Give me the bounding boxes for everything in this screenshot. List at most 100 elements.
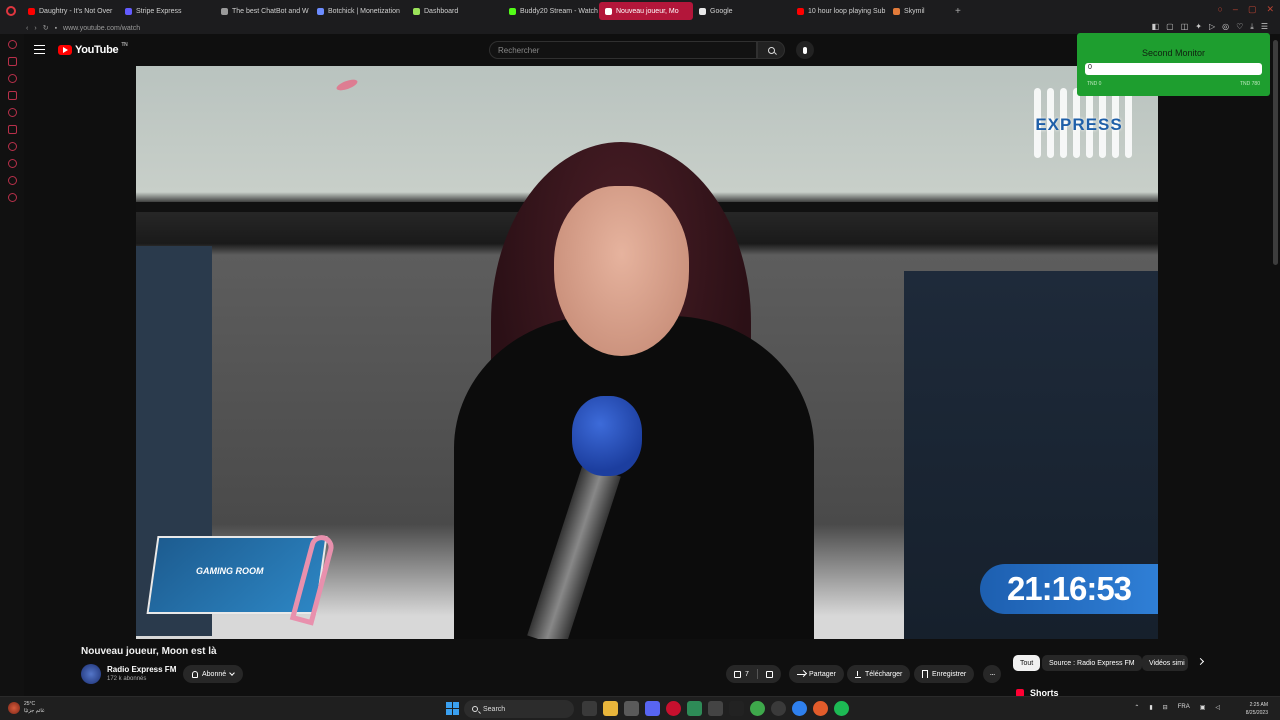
browser-tab[interactable]: Buddy20 Stream - Watch (503, 2, 599, 20)
browser-tab-bar: Daughtry - It's Not Over Stripe Express Th… (0, 0, 1280, 22)
volume-icon[interactable]: ◁ (1215, 704, 1220, 711)
share-icon (797, 673, 805, 675)
download-icon[interactable]: ⤓ (1250, 22, 1254, 32)
minimize-icon[interactable]: – (1233, 4, 1238, 15)
monitor-value-field[interactable]: 0 (1085, 63, 1262, 75)
chip-source[interactable]: Source : Radio Express FM (1042, 655, 1142, 671)
tray-usb-icon[interactable]: ⊟ (1163, 704, 1168, 711)
browser-tab-label: Botchick | Monetization (328, 7, 400, 15)
taskbar-search[interactable]: Search (464, 700, 574, 718)
microphone-icon (803, 46, 807, 54)
language-indicator[interactable]: FRA (1178, 704, 1190, 711)
snapshot-icon[interactable]: ▢ (1166, 22, 1174, 32)
video-player[interactable]: EXPRESS GAMING ROOM 21:16:53 (136, 66, 1158, 639)
search-input[interactable]: Rechercher (489, 41, 757, 59)
more-actions-button[interactable]: ··· (983, 665, 1001, 683)
browser-tab[interactable]: Daughtry - It's Not Over (22, 2, 119, 20)
tray-chevron-up-icon[interactable]: ⌃ (1134, 704, 1139, 711)
firefox-icon[interactable] (813, 701, 828, 716)
sidebar-discord-icon[interactable] (7, 125, 17, 134)
google-favicon (699, 7, 706, 15)
unity-icon[interactable] (729, 701, 744, 716)
browser-tab[interactable]: 10 hour loop playing Sub (791, 2, 887, 20)
player-icon[interactable]: ▷ (1209, 22, 1215, 32)
skymil-favicon (893, 7, 900, 15)
channel-avatar[interactable] (81, 664, 101, 684)
forward-icon[interactable]: › (34, 25, 36, 32)
sidebar-home-icon[interactable] (7, 40, 17, 49)
save-playlist-icon (922, 670, 928, 678)
sidebar-aria-icon[interactable] (7, 108, 17, 117)
channel-name[interactable]: Radio Express FM (107, 665, 176, 674)
store-icon[interactable] (624, 701, 639, 716)
sidebar-bookmarks-icon[interactable] (7, 176, 17, 185)
sidebar-clock-icon[interactable] (7, 159, 17, 168)
search-button[interactable] (757, 41, 785, 59)
chip-all[interactable]: Tout (1013, 655, 1041, 671)
monitor-min-label: TND 0 (1087, 81, 1102, 87)
translate-icon[interactable]: ✦ (1195, 22, 1202, 32)
maximize-icon[interactable]: ▢ (1248, 4, 1257, 15)
browser-tab[interactable]: Nouveau joueur, Mo (599, 2, 693, 20)
vpn-icon[interactable]: ◫ (1181, 22, 1189, 32)
lock-icon: ▪ (54, 24, 58, 32)
browser-tab[interactable]: Botchick | Monetization (311, 2, 407, 20)
new-tab-icon[interactable]: + (955, 6, 961, 17)
sidebar-settings-icon[interactable] (7, 193, 17, 202)
weather-icon (8, 702, 20, 714)
voice-search-button[interactable] (796, 41, 814, 59)
windows-taskbar: 25°C غائم جزئيًا Search ⌃ ▮ ⊟ FRA ▣ ◁ 2:… (0, 696, 1280, 720)
youtube-logo[interactable]: YouTube TN (58, 42, 128, 56)
start-windows-icon[interactable] (446, 702, 459, 715)
browser-tab[interactable]: Google (693, 2, 791, 20)
chip-similar[interactable]: Vidéos simi (1142, 655, 1188, 671)
menu-icon[interactable]: ☰ (1261, 22, 1268, 32)
browser-tab-label: 10 hour loop playing Sub (808, 7, 886, 15)
green-app-icon[interactable] (750, 701, 765, 716)
save-button[interactable]: Enregistrer (914, 665, 975, 683)
spotify-icon[interactable] (834, 701, 849, 716)
chevron-right-icon[interactable] (1196, 657, 1205, 666)
network-icon[interactable]: ▣ (1200, 704, 1206, 711)
heart-icon[interactable]: ♡ (1236, 22, 1243, 32)
browser-tab[interactable]: The best ChatBot and W (215, 2, 311, 20)
share-button[interactable]: Partager (789, 665, 844, 683)
download-button[interactable]: Télécharger (847, 665, 911, 683)
search-tabs-icon[interactable]: ○ (1217, 4, 1222, 15)
page-scrollbar[interactable] (1273, 40, 1278, 265)
task-view-icon[interactable] (582, 701, 597, 716)
browser-tab-label: Dashboard (424, 7, 459, 15)
wallet-icon[interactable]: ◎ (1222, 22, 1229, 32)
sidebar-history-icon[interactable] (7, 142, 17, 151)
weather-widget[interactable]: 25°C غائم جزئيًا (8, 701, 45, 715)
like-button[interactable]: 7 (726, 665, 781, 683)
file-explorer-icon[interactable] (603, 701, 618, 716)
app-icon[interactable] (708, 701, 723, 716)
monitor-max-label: TND 780 (1239, 81, 1260, 87)
excel-icon[interactable] (687, 701, 702, 716)
hamburger-menu-icon[interactable] (34, 45, 45, 54)
reload-icon[interactable]: ↻ (43, 24, 49, 32)
opera-taskbar-icon[interactable] (666, 701, 681, 716)
subscribed-button[interactable]: Abonné (183, 665, 244, 683)
system-tray: ⌃ ▮ ⊟ FRA ▣ ◁ (1134, 704, 1220, 711)
sidebar-messenger-icon[interactable] (7, 74, 17, 83)
youtube-play-icon (58, 45, 72, 55)
discord-icon[interactable] (645, 701, 660, 716)
github-icon[interactable] (771, 701, 786, 716)
sidebar-twitch-icon[interactable] (7, 91, 17, 100)
browser-tab-label: Nouveau joueur, Mo (616, 7, 679, 15)
browser-tab[interactable]: Dashboard (407, 2, 503, 20)
browser-tab[interactable]: Stripe Express (119, 2, 215, 20)
back-icon[interactable]: ‹ (26, 25, 28, 32)
opera-menu-button[interactable] (0, 0, 22, 22)
sidebar-bag-icon[interactable] (7, 57, 17, 66)
close-window-icon[interactable]: ✕ (1266, 4, 1274, 15)
tray-mic-icon[interactable]: ▮ (1149, 704, 1152, 711)
url-field[interactable]: www.youtube.com/watch (63, 25, 140, 32)
chrome-icon[interactable] (792, 701, 807, 716)
youtube-favicon (605, 7, 612, 15)
taskbar-clock[interactable]: 2:25 AM 8/25/2023 (1246, 701, 1268, 717)
pin-icon[interactable]: ◧ (1152, 22, 1160, 32)
browser-tab[interactable]: Skymil (887, 2, 947, 20)
